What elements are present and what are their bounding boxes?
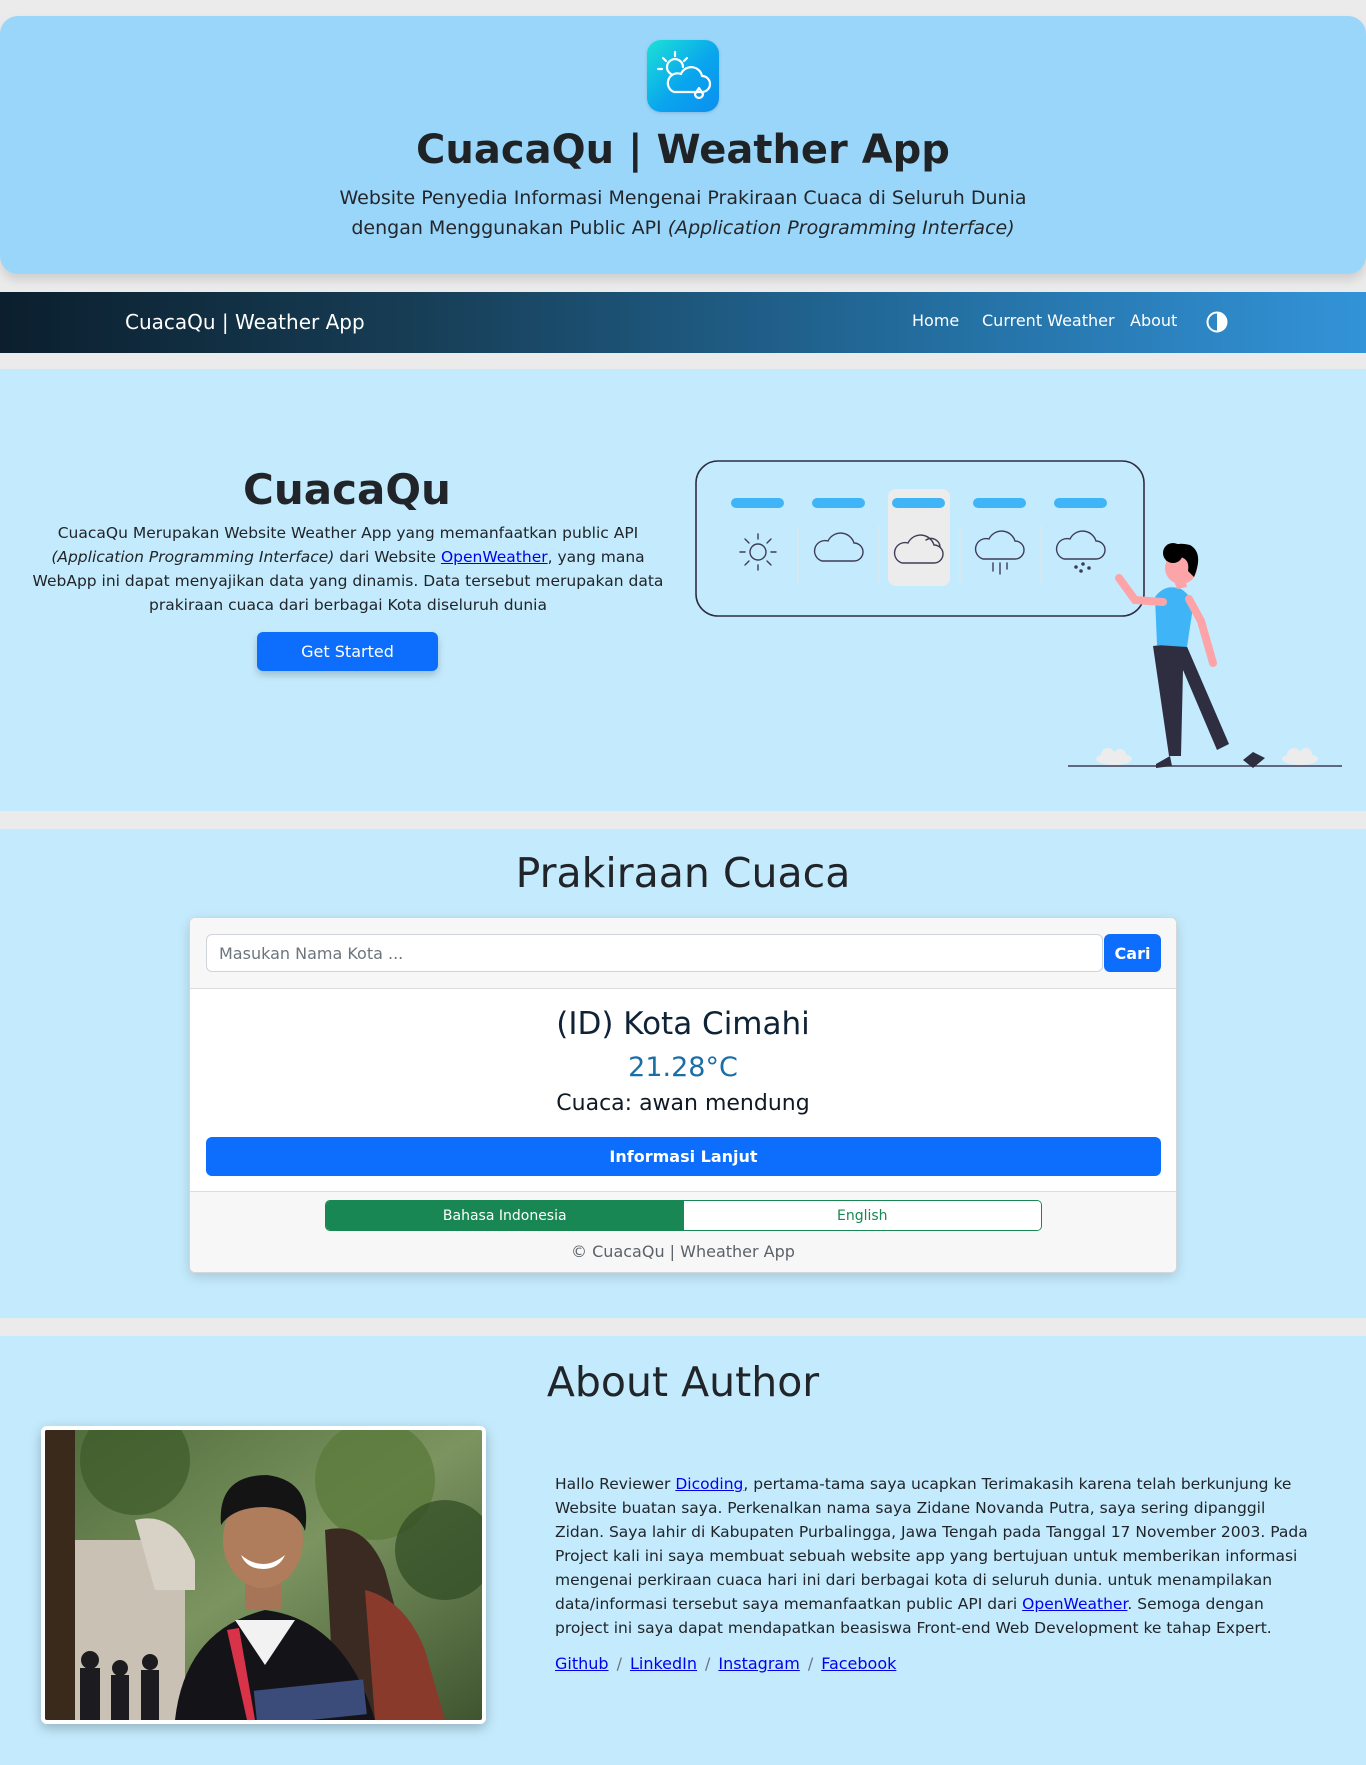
more-info-button[interactable]: Informasi Lanjut — [206, 1137, 1161, 1176]
header-subtitle-italic: (Application Programming Interface) — [667, 217, 1015, 239]
search-input[interactable] — [206, 934, 1103, 972]
weather-condition: Cuaca: awan mendung — [556, 1091, 810, 1116]
author-photo — [41, 1426, 486, 1724]
site-header: CuacaQu | Weather App Website Penyedia I… — [0, 16, 1366, 274]
nav-link-home[interactable]: Home — [912, 311, 959, 330]
social-links: Github / LinkedIn / Instagram / Facebook — [555, 1654, 896, 1673]
intro-text-1: CuacaQu Merupakan Website Weather App ya… — [57, 524, 639, 542]
city-name: (ID) Kota Cimahi — [556, 1006, 810, 1042]
intro-text-2: dari Website — [339, 548, 437, 566]
linkedin-link[interactable]: LinkedIn — [630, 1654, 697, 1673]
separator: / — [705, 1654, 711, 1673]
language-switcher: Bahasa Indonesia English — [325, 1200, 1042, 1231]
about-text-2: , pertama-tama saya ucapkan Terimakasih … — [555, 1475, 1308, 1613]
weather-card: Cari (ID) Kota Cimahi 21.28°C Cuaca: awa… — [189, 917, 1177, 1273]
cloud-sun-rain-icon — [647, 40, 719, 112]
openweather-link[interactable]: OpenWeather — [441, 548, 548, 566]
copyright-text: © CuacaQu | Wheather App — [571, 1242, 795, 1261]
header-subtitle-text: dengan Menggunakan Public API — [351, 217, 662, 239]
weather-illustration — [690, 455, 1350, 789]
about-section: About Author Hallo Reviewer Dicoding, pe… — [0, 1336, 1366, 1765]
header-subtitle-line-2: dengan Menggunakan Public API (Applicati… — [0, 217, 1366, 239]
navbar-brand[interactable]: CuacaQu | Weather App — [125, 310, 365, 334]
openweather-about-link[interactable]: OpenWeather — [1022, 1595, 1127, 1613]
get-started-button[interactable]: Get Started — [257, 632, 438, 671]
nav-link-about[interactable]: About — [1130, 311, 1177, 330]
github-link[interactable]: Github — [555, 1654, 609, 1673]
intro-text-italic: (Application Programming Interface) — [51, 548, 335, 566]
separator: / — [616, 1654, 622, 1673]
search-bar: Cari — [190, 918, 1176, 989]
separator: / — [807, 1654, 814, 1673]
temperature: 21.28°C — [628, 1052, 738, 1083]
intro-title: CuacaQu — [243, 465, 451, 514]
search-button[interactable]: Cari — [1104, 934, 1161, 972]
about-text-1: Hallo Reviewer — [555, 1475, 671, 1493]
nav-link-current-weather[interactable]: Current Weather — [982, 311, 1115, 330]
header-title: CuacaQu | Weather App — [416, 127, 950, 173]
language-button-indonesia[interactable]: Bahasa Indonesia — [326, 1201, 684, 1230]
forecast-section: Prakiraan Cuaca Cari (ID) Kota Cimahi 21… — [0, 829, 1366, 1318]
facebook-link[interactable]: Facebook — [821, 1654, 896, 1673]
language-button-english[interactable]: English — [683, 1201, 1041, 1230]
card-footer: Bahasa Indonesia English © CuacaQu | Whe… — [190, 1191, 1176, 1272]
forecast-title: Prakiraan Cuaca — [515, 849, 851, 897]
intro-section: CuacaQu CuacaQu Merupakan Website Weathe… — [0, 369, 1366, 811]
navbar: CuacaQu | Weather App Home Current Weath… — [0, 292, 1366, 353]
contrast-toggle-icon[interactable] — [1205, 310, 1229, 334]
intro-description: CuacaQu Merupakan Website Weather App ya… — [28, 521, 668, 617]
about-title: About Author — [546, 1358, 820, 1406]
dicoding-link[interactable]: Dicoding — [675, 1475, 743, 1493]
about-description: Hallo Reviewer Dicoding, pertama-tama sa… — [555, 1472, 1319, 1640]
instagram-link[interactable]: Instagram — [718, 1654, 799, 1673]
header-subtitle: Website Penyedia Informasi Mengenai Prak… — [339, 187, 1027, 209]
